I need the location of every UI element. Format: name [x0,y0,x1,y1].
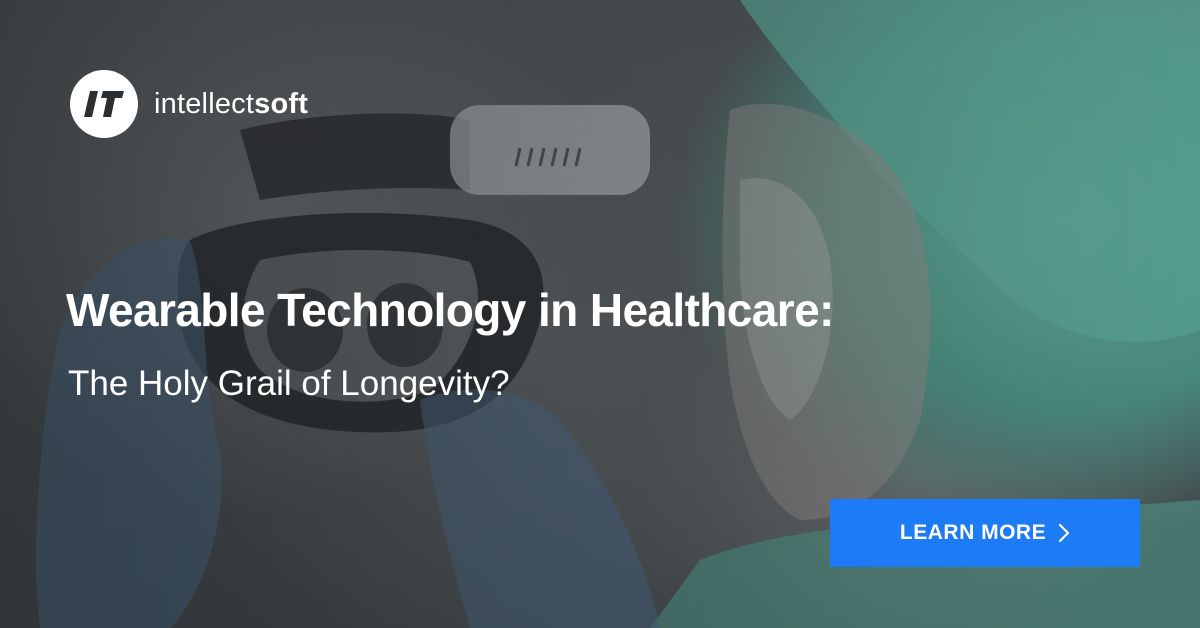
chevron-right-icon [1058,523,1070,543]
headline: Wearable Technology in Healthcare: [66,284,834,336]
logo-glyph [84,91,124,117]
brand-name-light: intellect [154,87,255,120]
brand-name-bold: soft [254,87,309,120]
subheadline: The Holy Grail of Longevity? [68,364,510,403]
ad-banner: intellectsoft Wearable Technology in Hea… [0,0,1200,628]
intellectsoft-logo-icon [70,70,138,138]
learn-more-label: LEARN MORE [899,521,1047,544]
brand-logo[interactable]: intellectsoft [70,70,308,138]
learn-more-button[interactable]: LEARN MORE [830,499,1140,567]
brand-wordmark: intellectsoft [154,88,308,121]
